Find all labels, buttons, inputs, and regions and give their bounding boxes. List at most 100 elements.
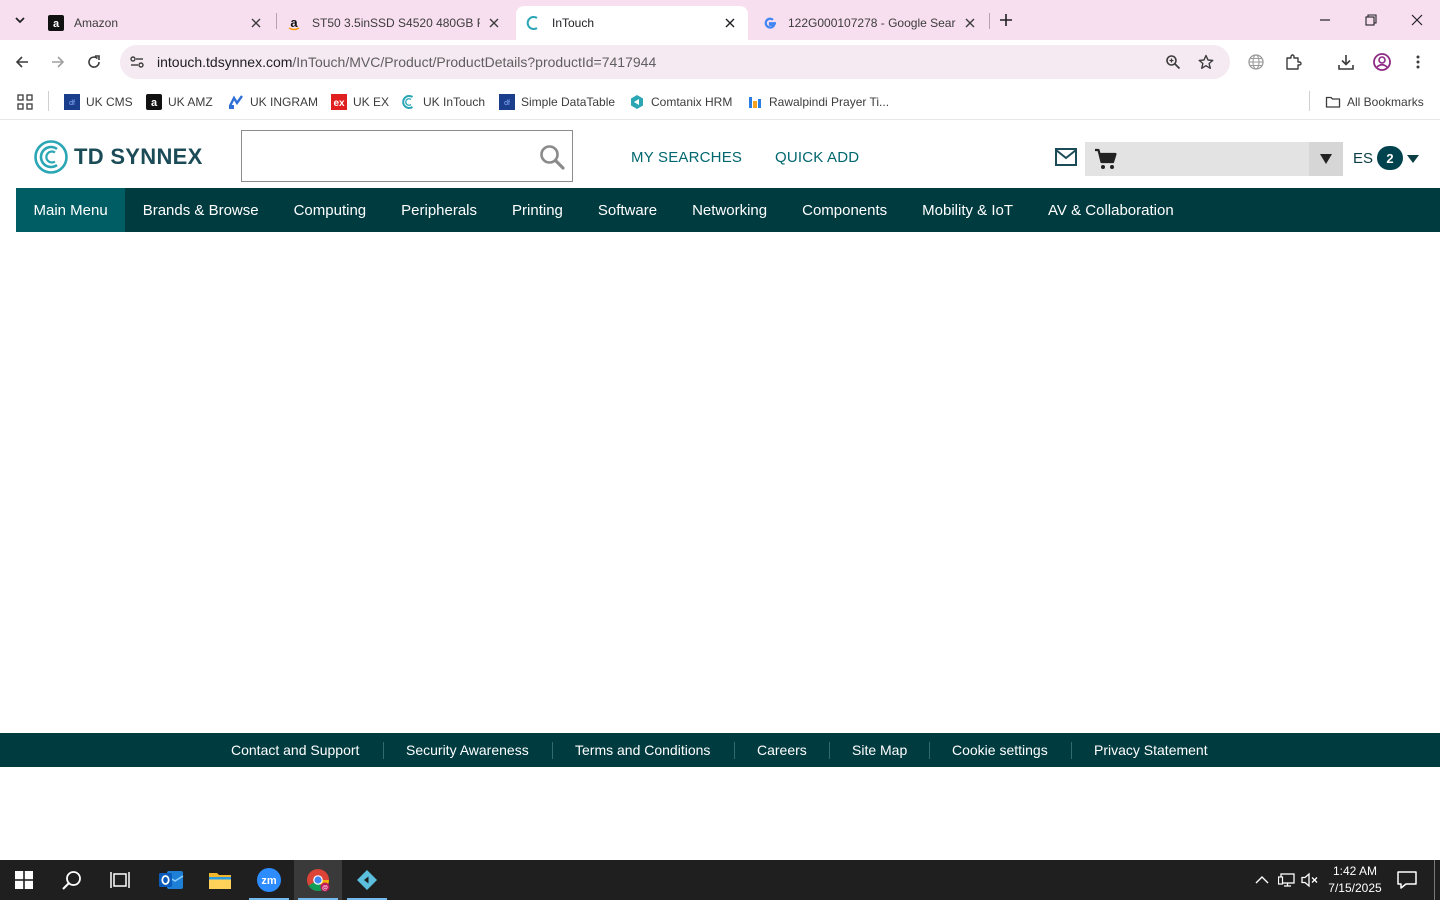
chrome-taskbar-app[interactable]: @ <box>294 860 342 900</box>
taskbar-search-button[interactable] <box>48 860 96 900</box>
tab-google-search[interactable]: 122G000107278 - Google Search <box>752 6 988 40</box>
back-button[interactable] <box>10 50 34 74</box>
site-info-icon[interactable] <box>128 53 146 71</box>
close-icon[interactable] <box>248 15 264 31</box>
apps-button[interactable] <box>17 92 33 112</box>
nav-av-collaboration[interactable]: AV & Collaboration <box>1031 188 1192 232</box>
bookmark-label: UK CMS <box>86 95 133 109</box>
app-taskbar-item[interactable] <box>343 860 391 900</box>
reload-button[interactable] <box>82 50 106 74</box>
outlook-taskbar-app[interactable] <box>147 860 195 900</box>
profile-button[interactable] <box>1370 50 1394 74</box>
footer-separator <box>383 742 384 759</box>
url-text[interactable]: intouch.tdsynnex.com/InTouch/MVC/Product… <box>157 54 656 70</box>
nav-computing[interactable]: Computing <box>276 188 384 232</box>
ingram-icon <box>228 94 244 110</box>
cart-selector[interactable] <box>1085 142 1343 176</box>
quick-add-link[interactable]: QUICK ADD <box>775 149 859 166</box>
nav-mobility-iot[interactable]: Mobility & IoT <box>905 188 1031 232</box>
bookmark-uk-ex[interactable]: ex UK EX <box>331 92 389 112</box>
nav-software[interactable]: Software <box>580 188 674 232</box>
new-tab-button[interactable] <box>996 10 1016 30</box>
bookmark-star-icon[interactable] <box>1197 53 1215 71</box>
product-search-input[interactable] <box>241 130 573 182</box>
bookmark-label: Comtanix HRM <box>651 95 733 109</box>
footer-careers[interactable]: Careers <box>757 742 807 758</box>
bookmark-uk-ingram[interactable]: UK INGRAM <box>228 92 318 112</box>
bookmark-label: UK EX <box>353 95 390 109</box>
nav-brands-browse[interactable]: Brands & Browse <box>125 188 276 232</box>
taskbar-clock[interactable]: 1:42 AM 7/15/2025 <box>1324 863 1386 897</box>
nav-networking[interactable]: Networking <box>675 188 785 232</box>
cart-dropdown-button[interactable] <box>1309 142 1343 176</box>
forward-button[interactable] <box>46 50 70 74</box>
close-icon[interactable] <box>486 15 502 31</box>
tab-search-button[interactable] <box>8 8 32 32</box>
nav-components[interactable]: Components <box>785 188 905 232</box>
bookmark-rawalpindi-prayer[interactable]: Rawalpindi Prayer Ti... <box>747 92 889 112</box>
show-hidden-icons-button[interactable] <box>1252 870 1272 890</box>
folder-icon <box>209 873 231 889</box>
bookmark-label: Simple DataTable <box>521 95 616 109</box>
browser-tab-strip: a Amazon a ST50 3.5inSSD S4520 480GB RI … <box>0 0 1440 40</box>
task-view-button[interactable] <box>96 860 144 900</box>
tab-st50-ssd[interactable]: a ST50 3.5inSSD S4520 480GB RI <box>276 6 512 40</box>
start-button[interactable] <box>0 860 48 900</box>
tab-intouch[interactable]: InTouch <box>516 6 748 40</box>
close-window-button[interactable] <box>1403 6 1431 34</box>
restore-button[interactable] <box>1357 6 1385 34</box>
intouch-icon <box>526 15 542 31</box>
footer-security-awareness[interactable]: Security Awareness <box>406 742 529 758</box>
footer-terms-conditions[interactable]: Terms and Conditions <box>575 742 710 758</box>
nav-peripherals[interactable]: Peripherals <box>384 188 495 232</box>
translate-button[interactable] <box>1244 50 1268 74</box>
footer-contact-support[interactable]: Contact and Support <box>231 742 359 758</box>
bookmark-label: UK INGRAM <box>250 95 319 109</box>
bookmark-uk-intouch[interactable]: UK InTouch <box>401 92 485 112</box>
network-button[interactable] <box>1277 870 1297 890</box>
tab-amazon[interactable]: a Amazon <box>38 6 274 40</box>
windows-taskbar: zm @ 1:42 AM 7/15/2025 <box>0 860 1440 900</box>
bookmark-simple-datatable[interactable]: df Simple DataTable <box>499 92 615 112</box>
volume-button[interactable] <box>1300 870 1320 890</box>
td-synnex-logo[interactable]: TD SYNNEX <box>34 140 203 174</box>
user-initials[interactable]: ES <box>1353 150 1373 167</box>
bookmark-comtanix-hrm[interactable]: Comtanix HRM <box>629 92 732 112</box>
site-header: TD SYNNEX MY SEARCHES QUICK ADD ES 2 <box>0 121 1440 188</box>
bookmark-label: UK AMZ <box>168 95 213 109</box>
notification-badge[interactable]: 2 <box>1377 146 1403 170</box>
zoom-icon[interactable] <box>1164 53 1182 71</box>
close-icon[interactable] <box>962 15 978 31</box>
amazon-icon: a <box>146 94 162 110</box>
file-explorer-taskbar-app[interactable] <box>196 860 244 900</box>
footer-separator <box>829 742 830 759</box>
browser-menu-button[interactable] <box>1406 50 1430 74</box>
footer-privacy-statement[interactable]: Privacy Statement <box>1094 742 1208 758</box>
bookmark-uk-amz[interactable]: a UK AMZ <box>146 92 213 112</box>
minimize-button[interactable] <box>1311 6 1339 34</box>
bookmark-label: UK InTouch <box>423 95 486 109</box>
download-icon <box>1338 55 1354 70</box>
nav-main-menu[interactable]: Main Menu <box>16 188 126 232</box>
address-bar[interactable]: intouch.tdsynnex.com/InTouch/MVC/Product… <box>120 45 1230 79</box>
all-bookmarks-button[interactable]: All Bookmarks <box>1325 92 1424 112</box>
zoom-taskbar-app[interactable]: zm <box>245 860 293 900</box>
bookmark-uk-cms[interactable]: df UK CMS <box>64 92 133 112</box>
svg-text:@: @ <box>322 886 328 892</box>
footer-site-map[interactable]: Site Map <box>852 742 907 758</box>
nav-printing[interactable]: Printing <box>495 188 581 232</box>
footer-cookie-settings[interactable]: Cookie settings <box>952 742 1048 758</box>
mail-icon[interactable] <box>1054 147 1078 167</box>
tab-separator <box>989 13 990 29</box>
close-icon <box>1411 14 1423 26</box>
extensions-button[interactable] <box>1281 50 1305 74</box>
show-desktop-button[interactable] <box>1434 860 1435 900</box>
my-searches-link[interactable]: MY SEARCHES <box>631 149 742 166</box>
downloads-button[interactable] <box>1334 50 1358 74</box>
close-icon[interactable] <box>722 15 738 31</box>
search-icon[interactable] <box>538 143 566 171</box>
caret-down-icon[interactable] <box>1406 154 1420 164</box>
df-icon: df <box>64 94 80 110</box>
action-center-icon[interactable] <box>1396 870 1418 890</box>
task-view-icon <box>110 872 130 888</box>
